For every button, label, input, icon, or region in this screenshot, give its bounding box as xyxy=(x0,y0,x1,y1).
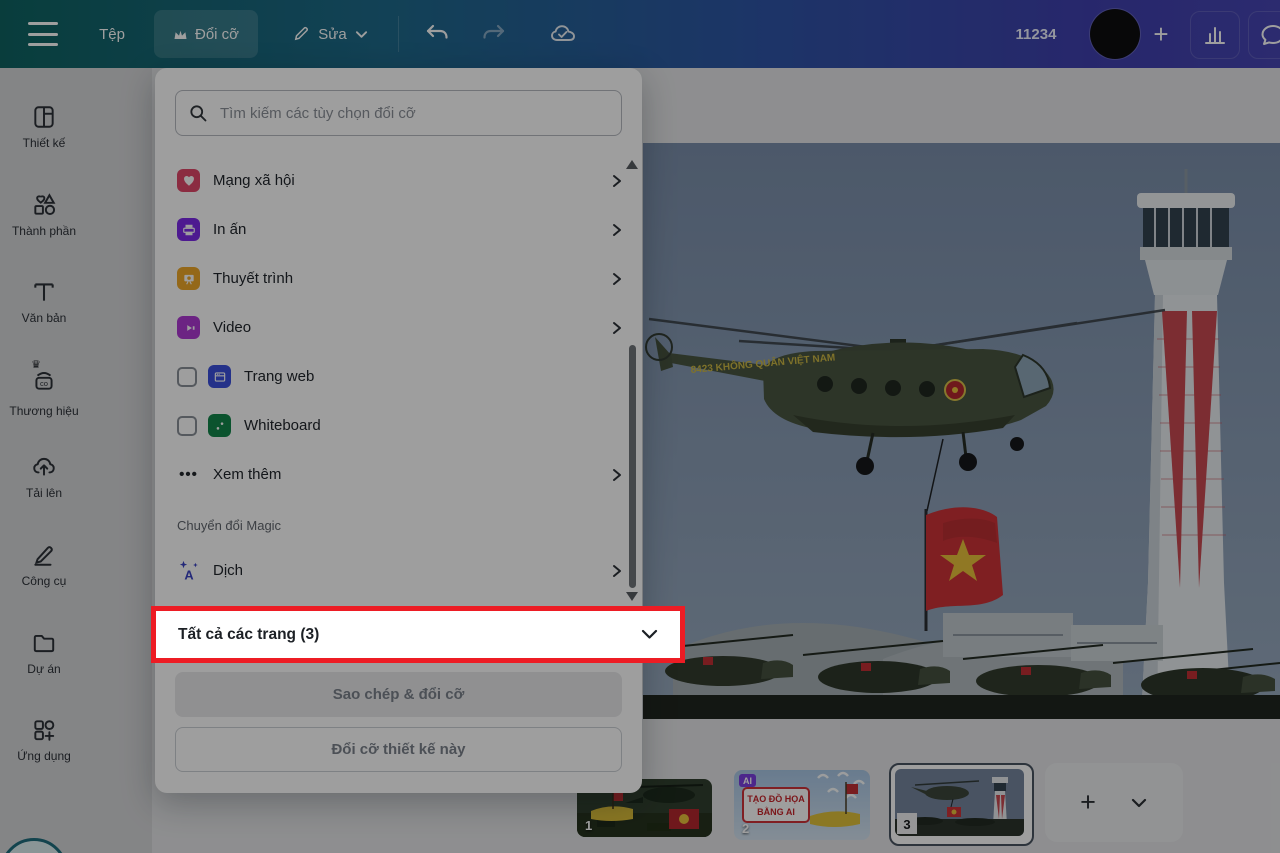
sidebar-item-design[interactable]: Thiết kế xyxy=(0,104,88,164)
website-checkbox[interactable] xyxy=(177,367,197,387)
resize-option-website[interactable]: Trang web xyxy=(155,352,642,401)
insights-button[interactable] xyxy=(1190,11,1240,59)
chevron-right-icon xyxy=(610,272,624,286)
crown-icon: ♛ xyxy=(31,358,41,371)
sidebar-item-uploads[interactable]: Tải lên xyxy=(0,454,88,514)
top-toolbar: Tệp Đổi cỡ Sửa xyxy=(0,0,1280,68)
sidebar-item-text[interactable]: Văn bản xyxy=(0,279,88,339)
sidebar-item-elements[interactable]: Thành phần xyxy=(0,192,88,252)
resize-option-whiteboard[interactable]: Whiteboard xyxy=(155,401,642,450)
search-icon xyxy=(188,103,208,123)
resize-option-social-media[interactable]: Mạng xã hội xyxy=(155,156,642,205)
copy-and-resize-button[interactable]: Sao chép & đổi cỡ xyxy=(175,672,622,717)
resize-option-video[interactable]: Video xyxy=(155,303,642,352)
upload-icon xyxy=(31,454,57,480)
print-icon xyxy=(177,218,200,241)
page-number-label: 2 xyxy=(742,821,749,836)
redo-icon xyxy=(481,22,507,46)
analytics-icon xyxy=(1203,24,1227,46)
svg-text:co: co xyxy=(40,379,48,388)
sidebar-item-projects[interactable]: Dự án xyxy=(0,630,88,690)
all-pages-label: Tất cả các trang (3) xyxy=(178,626,641,644)
svg-text:A: A xyxy=(184,567,193,582)
presentation-icon xyxy=(177,267,200,290)
add-member-button[interactable]: + xyxy=(1144,12,1178,56)
sidebar-item-apps[interactable]: Ứng dụng xyxy=(0,717,88,777)
resize-flyout-panel: Mạng xã hội In ấn Thuyết trình xyxy=(155,68,642,793)
chevron-down-icon xyxy=(641,629,658,640)
sidebar-item-brand[interactable]: co ♛ Thương hiệu xyxy=(0,367,88,427)
resize-option-print[interactable]: In ấn xyxy=(155,205,642,254)
plus-icon: + xyxy=(1045,787,1131,818)
all-pages-dropdown[interactable]: Tất cả các trang (3) xyxy=(151,606,685,663)
text-icon xyxy=(31,279,57,305)
design-canvas-page[interactable]: 8423 KHÔNG QUÂN VIỆT NAM xyxy=(643,143,1280,719)
chevron-right-icon xyxy=(610,321,624,335)
whiteboard-icon xyxy=(208,414,231,437)
svg-text:3: 3 xyxy=(903,817,910,832)
svg-text:AI: AI xyxy=(743,776,752,786)
tools-icon xyxy=(31,542,57,568)
page-thumbnail-3-selected[interactable]: 3 xyxy=(889,763,1034,846)
resize-menu-button[interactable]: Đổi cỡ xyxy=(154,10,258,58)
translate-option[interactable]: A Dịch xyxy=(155,546,642,595)
more-dots-icon: ••• xyxy=(177,466,200,483)
sidebar-rail: Thiết kế Thành phần Văn bản co xyxy=(0,68,152,853)
sidebar-item-tools[interactable]: Công cụ xyxy=(0,542,88,602)
cloud-save-status-button[interactable] xyxy=(539,10,587,58)
crown-icon xyxy=(173,28,188,41)
resize-this-design-button[interactable]: Đổi cỡ thiết kế này xyxy=(175,727,622,772)
website-icon xyxy=(208,365,231,388)
search-input[interactable] xyxy=(218,104,609,123)
page-thumbnail-2[interactable]: TẠO ĐỒ HỌA BẰNG AI AI 2 xyxy=(734,770,870,840)
comments-button[interactable] xyxy=(1248,11,1280,59)
chevron-down-icon[interactable] xyxy=(1131,798,1147,808)
pencil-icon xyxy=(292,25,310,43)
resize-search-box[interactable] xyxy=(175,90,622,136)
helicopter-photo: 8423 KHÔNG QUÂN VIỆT NAM xyxy=(643,143,1280,719)
magic-switch-section-label: Chuyển đổi Magic xyxy=(177,518,281,533)
canva-editor: 8423 KHÔNG QUÂN VIỆT NAM xyxy=(0,0,1280,853)
edit-menu-button[interactable]: Sửa xyxy=(272,10,388,58)
plus-icon: + xyxy=(1153,19,1168,50)
toolbar-divider xyxy=(398,16,399,52)
translate-icon: A xyxy=(177,560,200,582)
scroll-down-arrow[interactable] xyxy=(626,592,638,601)
file-menu-button[interactable]: Tệp xyxy=(84,10,140,58)
elements-icon xyxy=(31,192,57,218)
video-icon xyxy=(177,316,200,339)
projects-icon xyxy=(31,630,57,656)
undo-button[interactable] xyxy=(413,10,461,58)
resize-options-list: Mạng xã hội In ấn Thuyết trình xyxy=(155,156,642,499)
chevron-right-icon xyxy=(610,174,624,188)
chat-bubble-icon xyxy=(1260,23,1280,47)
redo-button[interactable] xyxy=(470,10,518,58)
undo-icon xyxy=(424,22,450,46)
cloud-check-icon xyxy=(549,22,577,46)
whiteboard-checkbox[interactable] xyxy=(177,416,197,436)
chevron-down-icon xyxy=(355,30,368,39)
svg-text:TẠO ĐỒ HỌA: TẠO ĐỒ HỌA xyxy=(747,793,805,804)
resize-option-presentation[interactable]: Thuyết trình xyxy=(155,254,642,303)
main-menu-icon[interactable] xyxy=(28,22,58,46)
design-icon xyxy=(31,104,57,130)
chevron-right-icon xyxy=(610,564,624,578)
scroll-up-arrow[interactable] xyxy=(626,160,638,169)
chevron-right-icon xyxy=(610,468,624,482)
user-avatar[interactable] xyxy=(1090,9,1140,59)
page-number-label: 1 xyxy=(585,818,592,833)
apps-icon xyxy=(31,717,57,743)
add-page-button[interactable]: + xyxy=(1045,763,1183,842)
resize-option-see-more[interactable]: ••• Xem thêm xyxy=(155,450,642,499)
social-media-icon xyxy=(177,169,200,192)
scrollbar-thumb[interactable] xyxy=(629,345,636,588)
svg-text:BẰNG AI: BẰNG AI xyxy=(757,807,795,817)
document-number: 11234 xyxy=(1002,0,1070,68)
chevron-right-icon xyxy=(610,223,624,237)
vietnam-flag xyxy=(926,507,1003,611)
